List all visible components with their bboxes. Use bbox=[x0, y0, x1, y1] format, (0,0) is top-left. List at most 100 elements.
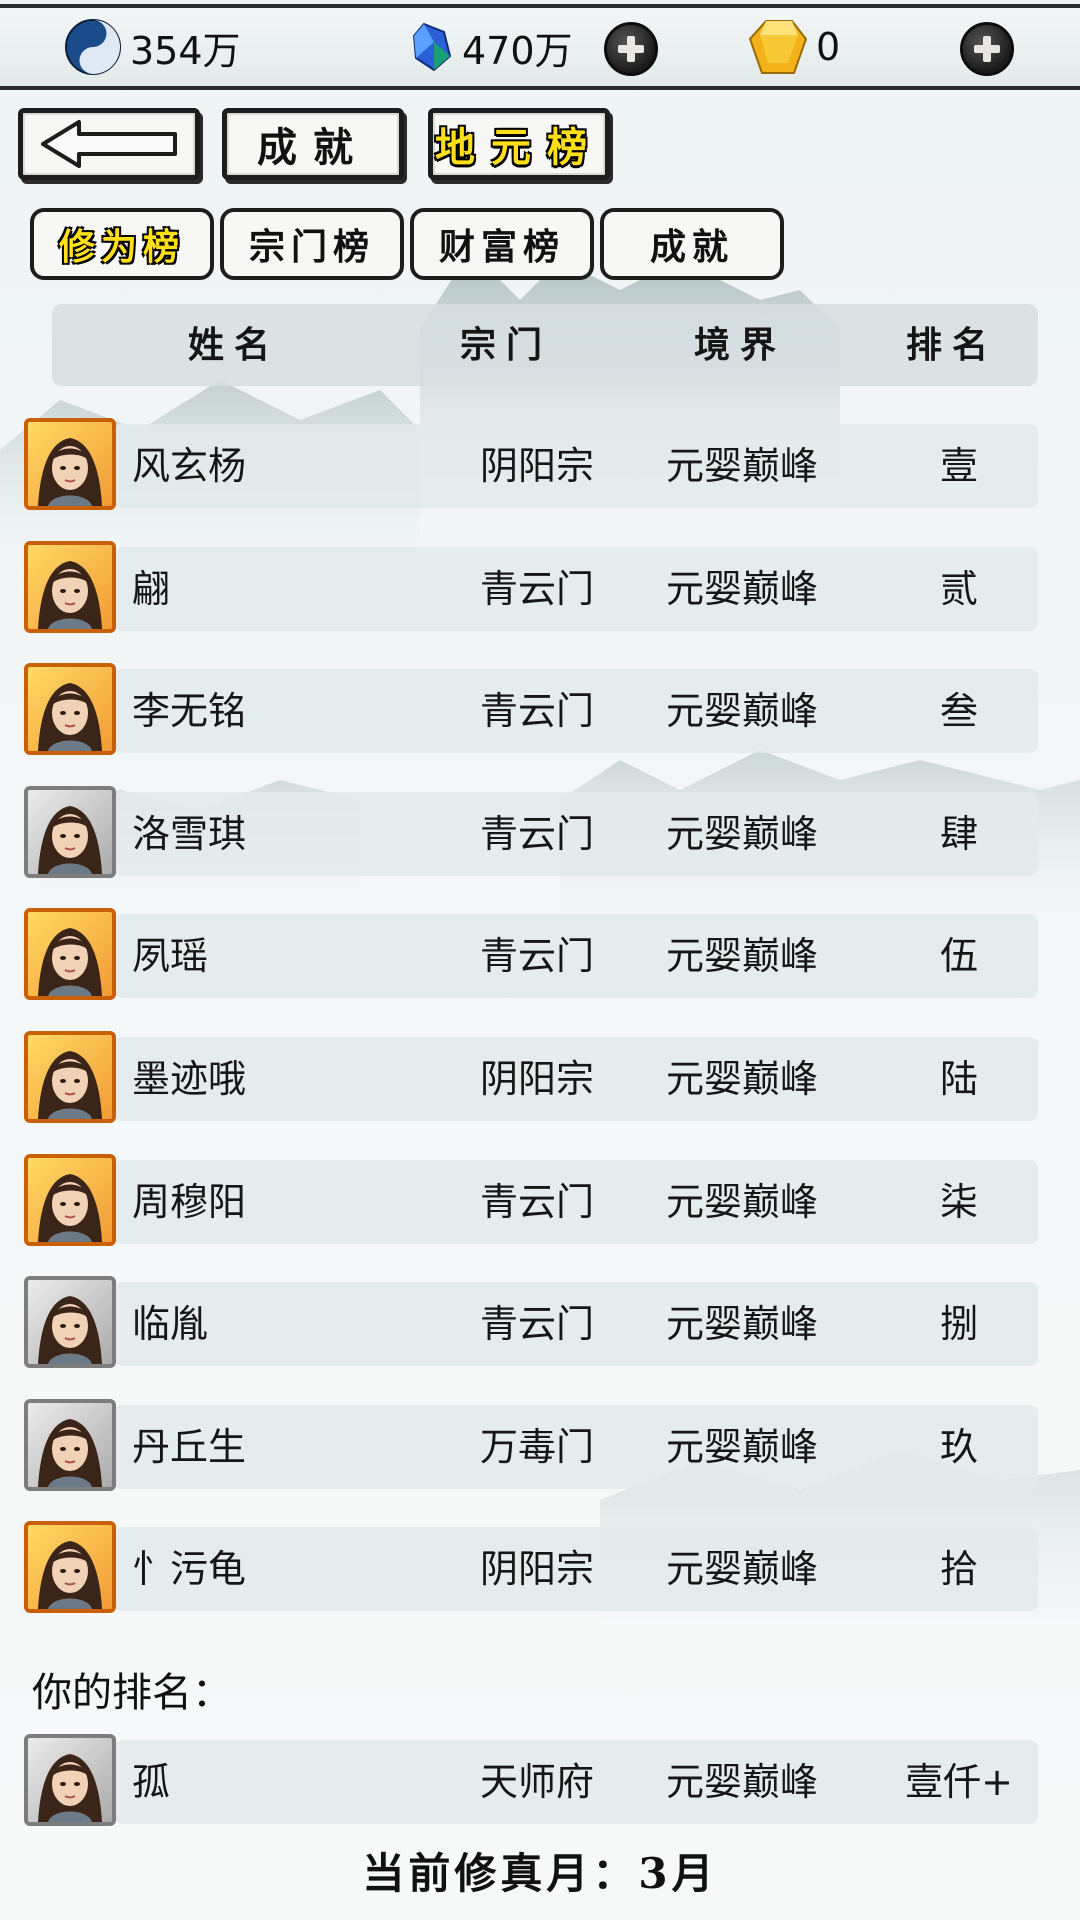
player-sect: 青云门 bbox=[479, 567, 594, 611]
player-realm: 元婴巅峰 bbox=[665, 567, 818, 611]
player-name: 夙瑶 bbox=[132, 934, 209, 978]
player-sect: 天师府 bbox=[479, 1760, 594, 1804]
portrait-icon bbox=[28, 422, 112, 506]
player-avatar[interactable] bbox=[24, 418, 116, 510]
player-name: 翩 bbox=[132, 567, 171, 611]
player-rank: 贰 bbox=[939, 567, 978, 611]
ranking-row[interactable]: 丹丘生 万毒门 元婴巅峰 玖 bbox=[24, 1399, 1038, 1491]
blue-crystal-icon bbox=[412, 22, 452, 72]
player-sect: 阴阳宗 bbox=[479, 444, 594, 488]
spirit-value: 354万 bbox=[130, 28, 241, 73]
gold-value: 0 bbox=[816, 25, 841, 69]
player-realm: 元婴巅峰 bbox=[665, 934, 818, 978]
resource-bar: 354万 470万 0 bbox=[0, 4, 1080, 90]
player-realm: 元婴巅峰 bbox=[665, 812, 818, 856]
portrait-icon bbox=[28, 667, 112, 751]
ranking-row[interactable]: 风玄杨 阴阳宗 元婴巅峰 壹 bbox=[24, 418, 1038, 510]
left-arrow-icon bbox=[41, 120, 177, 168]
player-rank: 柒 bbox=[939, 1180, 978, 1224]
achievement-label: 成就 bbox=[257, 124, 369, 171]
player-rank: 壹仟+ bbox=[905, 1760, 1013, 1804]
achievement-button[interactable]: 成就 bbox=[222, 108, 404, 180]
player-avatar[interactable] bbox=[24, 663, 116, 755]
header-name: 姓名 bbox=[188, 324, 281, 366]
ranking-row[interactable]: 翩 青云门 元婴巅峰 贰 bbox=[24, 541, 1038, 633]
player-sect: 青云门 bbox=[479, 812, 594, 856]
player-rank: 叁 bbox=[939, 689, 978, 733]
player-name: 周穆阳 bbox=[132, 1180, 247, 1224]
player-name: 忄污龟 bbox=[132, 1547, 247, 1591]
ranking-table-header: 姓名 宗门 境界 排名 bbox=[52, 304, 1038, 386]
player-rank: 玖 bbox=[939, 1425, 978, 1469]
player-name: 李无铭 bbox=[132, 689, 247, 733]
tab-label: 修为榜 bbox=[58, 226, 185, 268]
spirit-resource: 354万 bbox=[64, 8, 241, 86]
portrait-icon bbox=[28, 545, 112, 629]
my-rank-label: 你的排名： bbox=[32, 1670, 232, 1716]
tab-achievement[interactable]: 成就 bbox=[600, 208, 784, 280]
tab-label: 财富榜 bbox=[438, 226, 565, 268]
add-crystal-button[interactable] bbox=[604, 22, 658, 76]
player-realm: 元婴巅峰 bbox=[665, 1302, 818, 1346]
header-rank: 排名 bbox=[906, 324, 999, 366]
player-avatar[interactable] bbox=[24, 1031, 116, 1123]
current-cultivation-month: 当前修真月：3月 bbox=[362, 1849, 718, 1898]
ranking-row[interactable]: 忄污龟 阴阳宗 元婴巅峰 拾 bbox=[24, 1521, 1038, 1613]
plus-icon bbox=[618, 36, 644, 62]
player-name: 临胤 bbox=[132, 1302, 209, 1346]
crystal-value: 470万 bbox=[462, 28, 573, 73]
earth-ranking-button[interactable]: 地元榜 bbox=[428, 108, 610, 180]
ranking-row[interactable]: 临胤 青云门 元婴巅峰 捌 bbox=[24, 1276, 1038, 1368]
player-avatar[interactable] bbox=[24, 786, 116, 878]
ranking-row[interactable]: 墨迹哦 阴阳宗 元婴巅峰 陆 bbox=[24, 1031, 1038, 1123]
ranking-row[interactable]: 李无铭 青云门 元婴巅峰 叁 bbox=[24, 663, 1038, 755]
player-realm: 元婴巅峰 bbox=[665, 1425, 818, 1469]
player-realm: 元婴巅峰 bbox=[665, 444, 818, 488]
portrait-icon bbox=[28, 1738, 112, 1822]
player-avatar[interactable] bbox=[24, 908, 116, 1000]
portrait-icon bbox=[28, 1035, 112, 1119]
player-rank: 捌 bbox=[939, 1302, 978, 1346]
player-rank: 拾 bbox=[939, 1547, 978, 1591]
my-rank-row[interactable]: 孤 天师府 元婴巅峰 壹仟+ bbox=[24, 1734, 1038, 1826]
portrait-icon bbox=[28, 790, 112, 874]
plus-icon bbox=[974, 36, 1000, 62]
player-rank: 肆 bbox=[939, 812, 978, 856]
earth-ranking-label: 地元榜 bbox=[435, 124, 603, 171]
player-rank: 陆 bbox=[939, 1057, 978, 1101]
player-avatar[interactable] bbox=[24, 1521, 116, 1613]
header-realm: 境界 bbox=[694, 324, 787, 366]
ranking-row[interactable]: 周穆阳 青云门 元婴巅峰 柒 bbox=[24, 1154, 1038, 1246]
ranking-row[interactable]: 夙瑶 青云门 元婴巅峰 伍 bbox=[24, 908, 1038, 1000]
player-sect: 青云门 bbox=[479, 1180, 594, 1224]
player-rank: 壹 bbox=[939, 444, 978, 488]
portrait-icon bbox=[28, 1280, 112, 1364]
player-avatar[interactable] bbox=[24, 1399, 116, 1491]
gold-resource: 0 bbox=[748, 8, 840, 86]
player-realm: 元婴巅峰 bbox=[665, 689, 818, 733]
crystal-resource: 470万 bbox=[410, 8, 573, 86]
tab-sect-ranking[interactable]: 宗门榜 bbox=[220, 208, 404, 280]
tab-cultivation-ranking[interactable]: 修为榜 bbox=[30, 208, 214, 280]
back-button[interactable] bbox=[18, 108, 200, 180]
player-avatar[interactable] bbox=[24, 1734, 116, 1826]
player-sect: 青云门 bbox=[479, 689, 594, 733]
ranking-row[interactable]: 洛雪琪 青云门 元婴巅峰 肆 bbox=[24, 786, 1038, 878]
header-sect: 宗门 bbox=[460, 324, 553, 366]
yin-yang-icon bbox=[65, 19, 121, 75]
tab-label: 成就 bbox=[649, 226, 734, 268]
player-realm: 元婴巅峰 bbox=[665, 1760, 818, 1804]
player-name: 丹丘生 bbox=[132, 1425, 247, 1469]
player-name: 孤 bbox=[132, 1760, 171, 1804]
player-sect: 青云门 bbox=[479, 1302, 594, 1346]
player-avatar[interactable] bbox=[24, 1154, 116, 1246]
portrait-icon bbox=[28, 1158, 112, 1242]
player-sect: 万毒门 bbox=[479, 1425, 594, 1469]
player-sect: 阴阳宗 bbox=[479, 1057, 594, 1101]
player-avatar[interactable] bbox=[24, 541, 116, 633]
portrait-icon bbox=[28, 912, 112, 996]
add-gold-button[interactable] bbox=[960, 22, 1014, 76]
player-avatar[interactable] bbox=[24, 1276, 116, 1368]
player-rank: 伍 bbox=[939, 934, 978, 978]
tab-wealth-ranking[interactable]: 财富榜 bbox=[410, 208, 594, 280]
